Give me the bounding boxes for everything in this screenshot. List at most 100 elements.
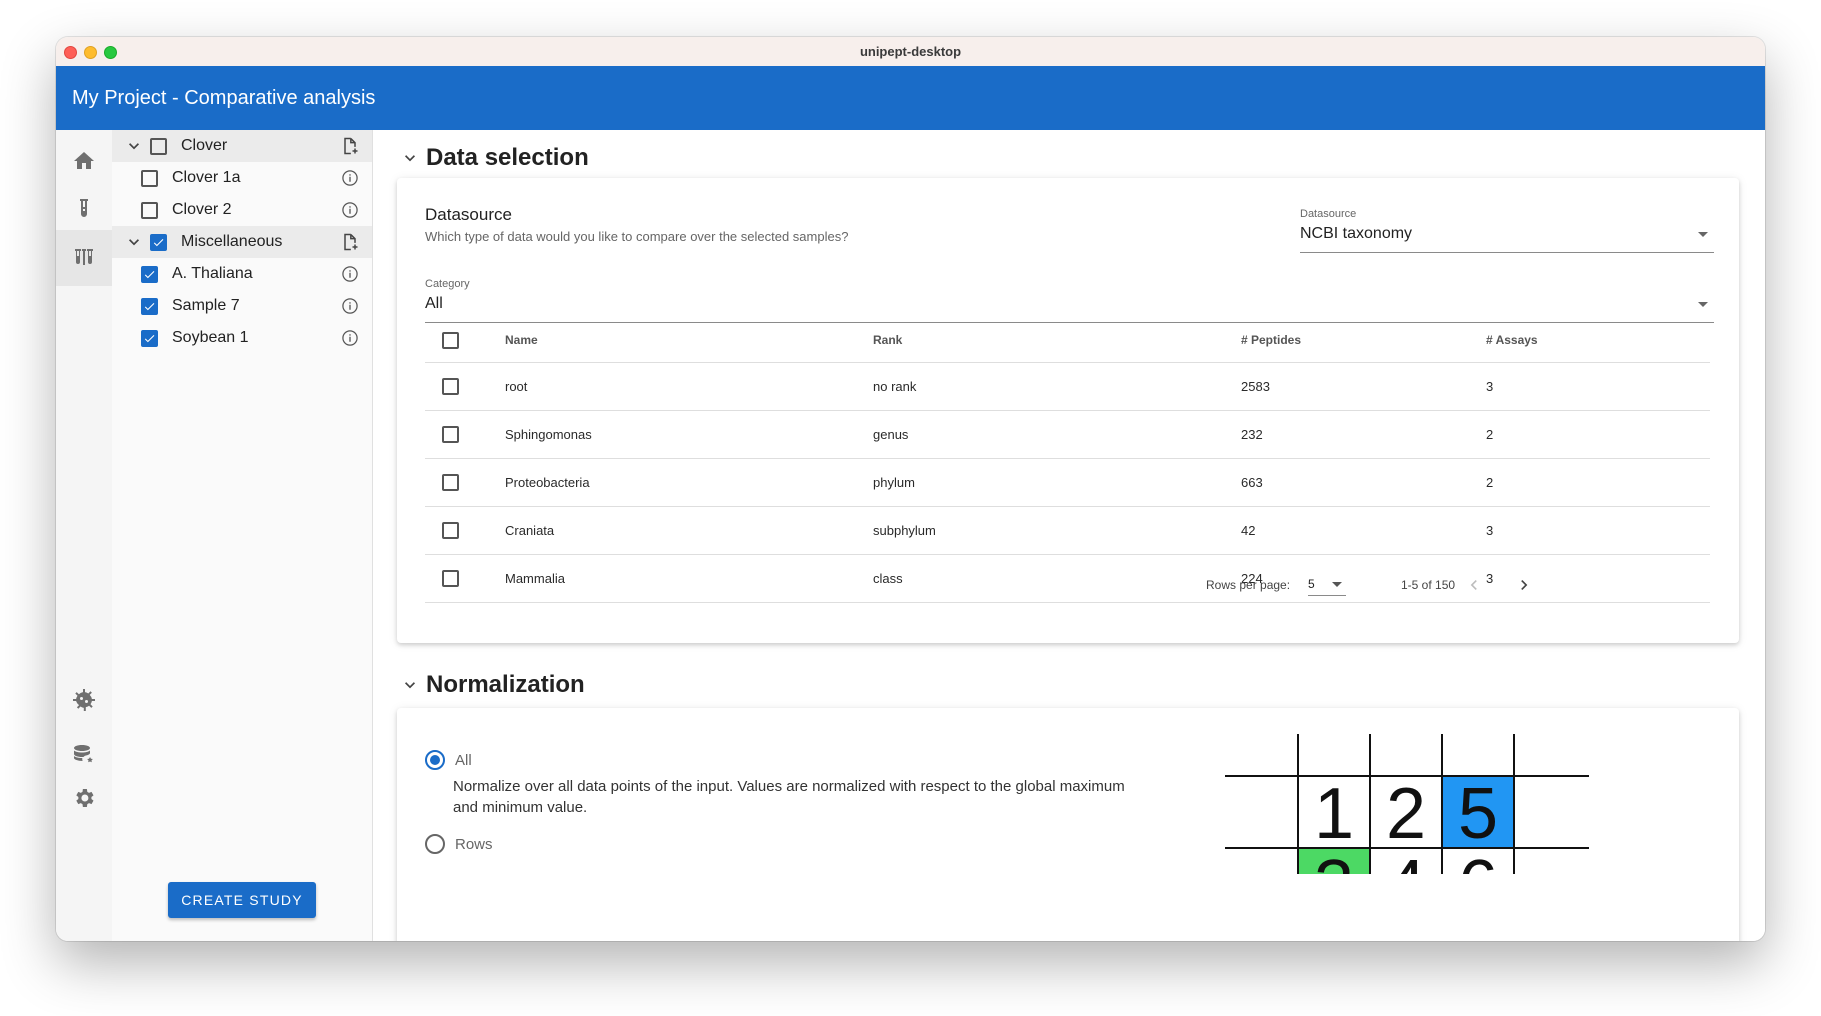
cell-name: Proteobacteria (505, 458, 873, 507)
table-row[interactable]: Sphingomonas genus 232 2 (425, 410, 1710, 459)
create-study-button[interactable]: CREATE STUDY (168, 882, 316, 918)
cell-peptides: 663 (1241, 458, 1486, 507)
column-header[interactable]: # Assays (1486, 318, 1710, 363)
table-row[interactable]: Craniata subphylum 42 3 (425, 506, 1710, 555)
section-title: Data selection (426, 144, 589, 171)
option-label: Rows (455, 835, 493, 853)
chevron-down-icon (405, 682, 415, 689)
item-label: Clover 1a (172, 169, 241, 186)
item-checkbox[interactable] (141, 169, 158, 187)
normalization-grid-illustration: 1 2 5 3 4 6 (1225, 734, 1589, 874)
cell-peptides: 42 (1241, 506, 1486, 555)
column-header[interactable]: # Peptides (1241, 318, 1486, 363)
item-checkbox[interactable] (141, 201, 158, 219)
info-icon[interactable] (340, 168, 360, 188)
row-checkbox[interactable] (442, 522, 459, 539)
table-header-row: Name Rank # Peptides # Assays (425, 318, 1710, 363)
rows-per-page-label: Rows per page: (1206, 578, 1291, 592)
next-page-button[interactable] (1514, 575, 1534, 595)
info-icon[interactable] (340, 328, 360, 348)
item-label: Clover 2 (172, 201, 232, 218)
select-value: NCBI taxonomy (1300, 225, 1413, 242)
database-settings-icon (74, 745, 93, 763)
item-checkbox[interactable] (141, 329, 158, 347)
rail-peptide-button[interactable] (56, 672, 112, 728)
gear-icon (76, 789, 94, 807)
previous-page-button[interactable] (1464, 575, 1484, 595)
item-checkbox[interactable] (141, 297, 158, 315)
info-icon[interactable] (340, 200, 360, 220)
data-selection-header[interactable]: Data selection (400, 144, 589, 172)
app-bar: My Project - Comparative analysis (56, 66, 1765, 130)
virus-icon (73, 689, 95, 711)
row-checkbox[interactable] (442, 474, 459, 491)
tree-item-clover-1a[interactable]: Clover 1a (112, 162, 372, 194)
tree-group-miscellaneous[interactable]: Miscellaneous (112, 226, 372, 258)
cell-rank: genus (873, 410, 1241, 459)
tree-group-clover[interactable]: Clover (112, 130, 372, 162)
rail-comparative-button[interactable] (56, 230, 112, 286)
group-label: Clover (181, 137, 228, 154)
datasource-select[interactable]: Datasource NCBI taxonomy (1300, 208, 1714, 253)
cell-name: root (505, 362, 873, 411)
data-selection-card: Datasource Which type of data would you … (397, 178, 1739, 643)
info-icon[interactable] (340, 264, 360, 284)
normalization-description: Normalize over all data points of the in… (453, 778, 1125, 816)
cell-name: Mammalia (505, 554, 873, 603)
cell-rank: subphylum (873, 506, 1241, 555)
select-all-checkbox[interactable] (442, 331, 459, 349)
option-label: All (455, 751, 472, 769)
add-file-icon[interactable] (340, 232, 360, 252)
row-checkbox[interactable] (442, 570, 459, 587)
cell-assays: 3 (1486, 362, 1710, 411)
chevron-right-icon (1521, 580, 1528, 590)
select-label: Category (425, 278, 470, 290)
rail-single-assay-button[interactable] (56, 181, 112, 237)
cell-assays: 2 (1486, 410, 1710, 459)
row-checkbox[interactable] (442, 378, 459, 395)
chevron-down-icon[interactable] (124, 232, 144, 252)
group-label: Miscellaneous (181, 233, 283, 250)
select-label: Datasource (1300, 208, 1357, 220)
tree-item-a-thaliana[interactable]: A. Thaliana (112, 258, 372, 290)
grid-number: 3 (1314, 846, 1354, 874)
rail-settings-button[interactable] (56, 770, 112, 826)
dropdown-arrow-icon (1698, 232, 1708, 237)
select-value: All (425, 295, 443, 312)
grid-number: 5 (1458, 774, 1498, 854)
grid-number: 1 (1314, 774, 1354, 854)
normalization-card: All Normalize over all data points of th… (397, 708, 1739, 941)
info-icon[interactable] (340, 296, 360, 316)
chevron-left-icon (1470, 580, 1477, 590)
column-header[interactable]: Rank (873, 318, 1241, 363)
group-checkbox[interactable] (150, 137, 167, 155)
radio-button[interactable] (425, 834, 445, 854)
cell-rank: phylum (873, 458, 1241, 507)
tree-item-soybean-1[interactable]: Soybean 1 (112, 322, 372, 354)
navigation-rail (56, 130, 113, 941)
column-header[interactable]: Name (505, 318, 873, 363)
cell-rank: no rank (873, 362, 1241, 411)
row-checkbox[interactable] (442, 426, 459, 443)
item-checkbox[interactable] (141, 265, 158, 283)
category-select[interactable]: Category All (425, 278, 1714, 323)
group-checkbox[interactable] (150, 233, 167, 251)
normalize-all-option[interactable]: All (425, 750, 472, 770)
project-tree-panel: Clover Clover 1a Clover 2 Miscellaneous … (112, 130, 373, 941)
tree-item-clover-2[interactable]: Clover 2 (112, 194, 372, 226)
table-row[interactable]: Proteobacteria phylum 663 2 (425, 458, 1710, 507)
page-title: My Project - Comparative analysis (72, 87, 376, 109)
window-title: unipept-desktop (859, 44, 962, 59)
table-row[interactable]: root no rank 2583 3 (425, 362, 1710, 411)
test-tube-icon (80, 199, 88, 217)
tree-item-sample-7[interactable]: Sample 7 (112, 290, 372, 322)
test-tubes-icon (75, 249, 93, 265)
radio-button[interactable] (425, 750, 445, 770)
add-file-icon[interactable] (340, 136, 360, 156)
title-bar: unipept-desktop (56, 37, 1765, 67)
rows-per-page-select[interactable]: 5 (1308, 571, 1346, 596)
chevron-down-icon[interactable] (124, 136, 144, 156)
normalize-rows-option[interactable]: Rows (425, 834, 493, 854)
pagination-range: 1-5 of 150 (1401, 578, 1456, 592)
normalization-header[interactable]: Normalization (400, 671, 585, 699)
